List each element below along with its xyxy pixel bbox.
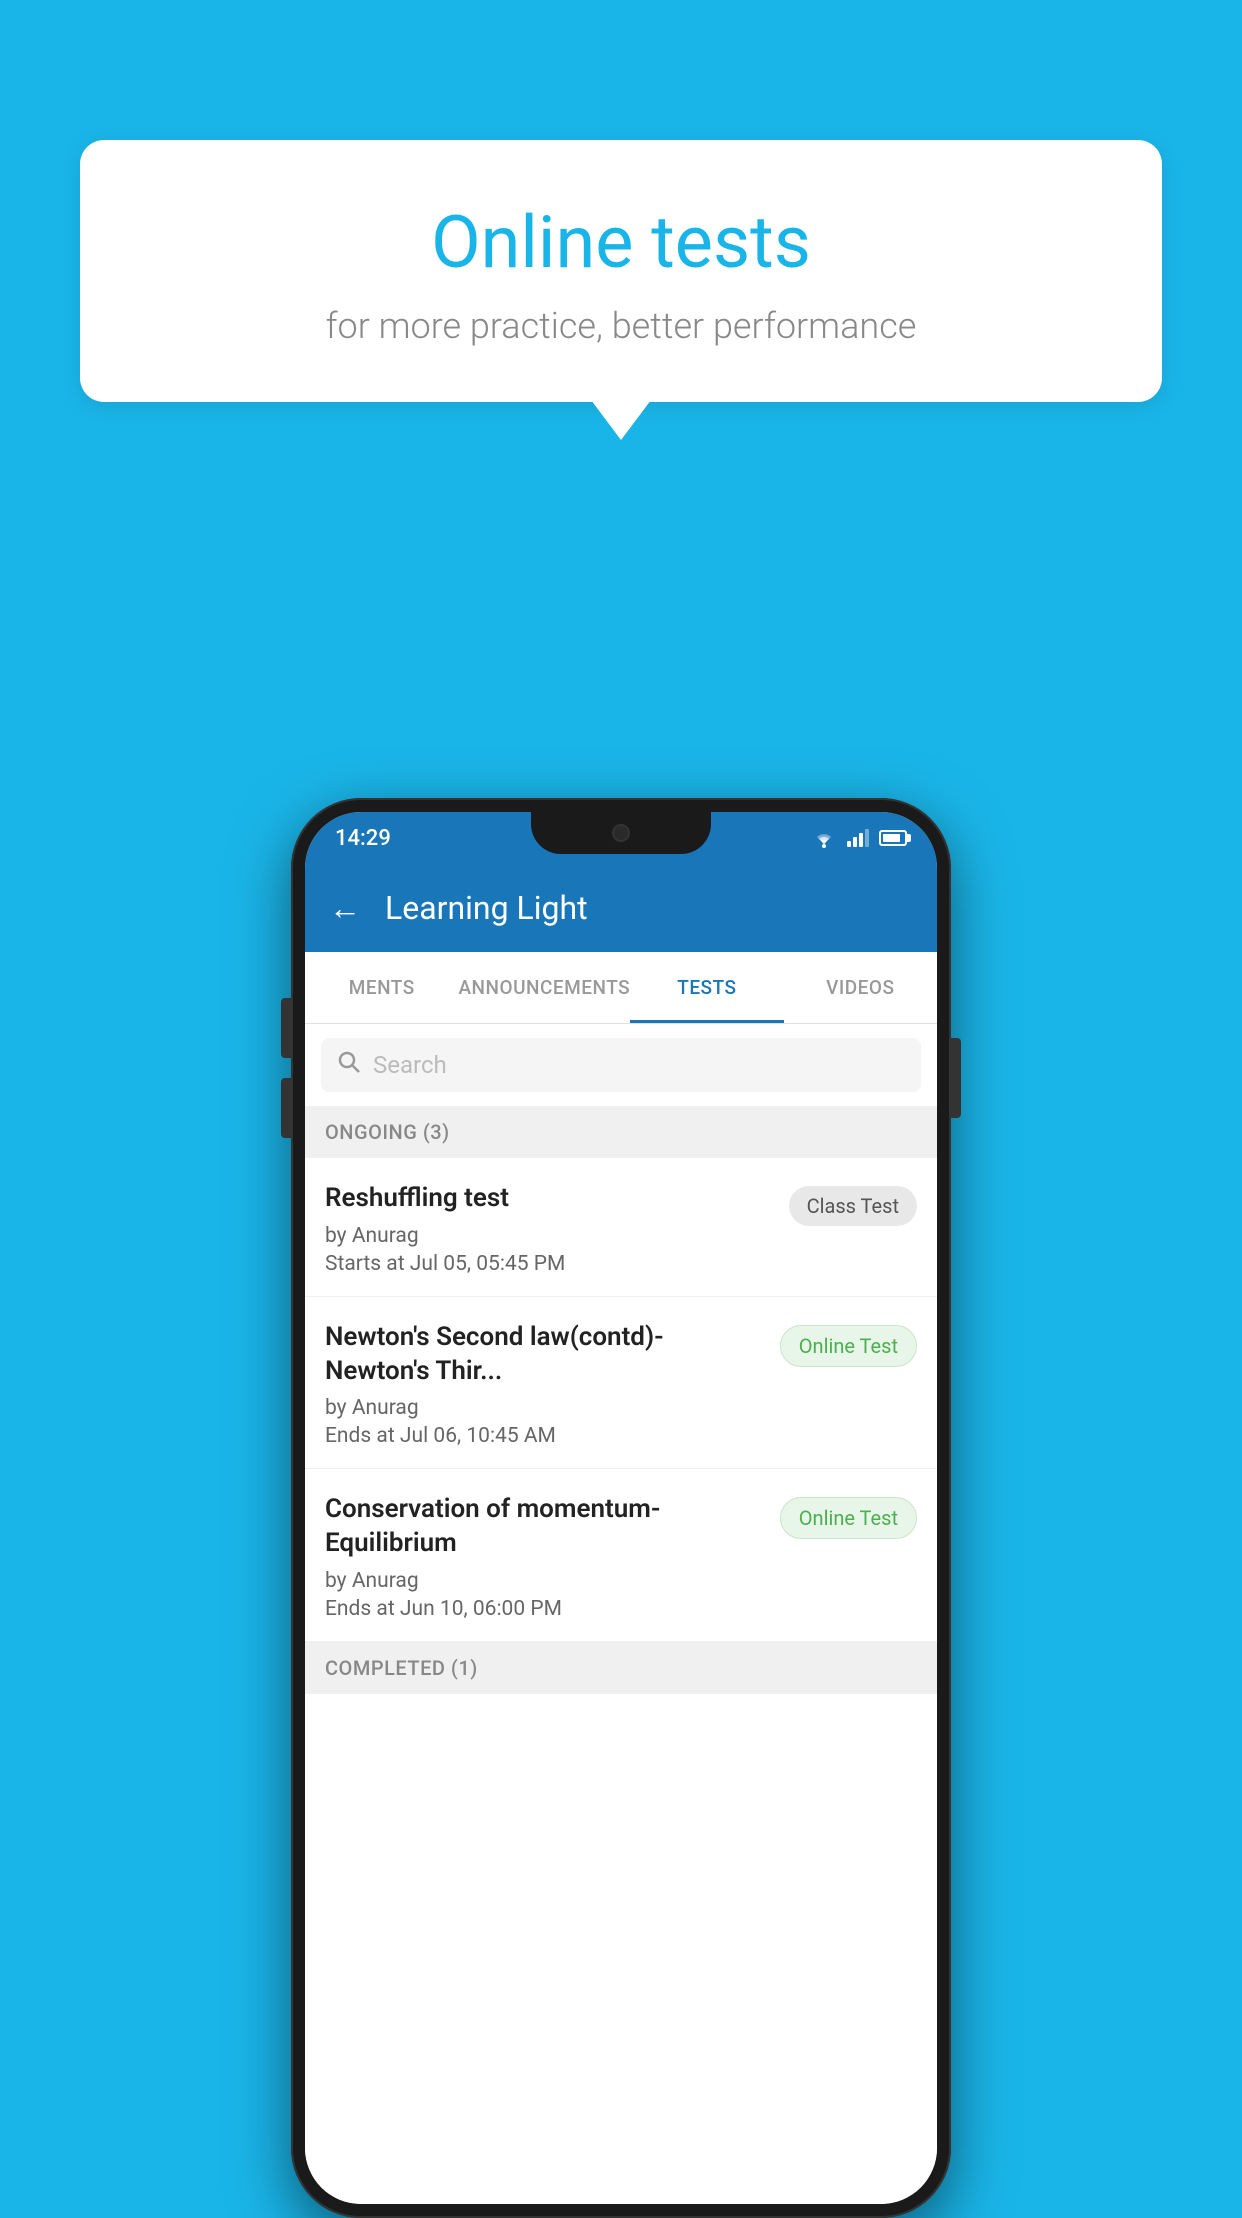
test-item[interactable]: Conservation of momentum-Equilibrium by … — [305, 1469, 937, 1642]
camera-dot — [612, 824, 630, 842]
volume-up-button[interactable] — [281, 998, 291, 1058]
power-button[interactable] — [951, 1038, 961, 1118]
test-badge: Class Test — [789, 1186, 917, 1226]
app-bar: ← Learning Light — [305, 864, 937, 952]
phone-frame: 14:29 — [291, 798, 951, 2218]
wifi-icon — [811, 828, 837, 848]
status-time: 14:29 — [335, 826, 391, 851]
test-content: Conservation of momentum-Equilibrium by … — [325, 1493, 764, 1621]
search-box[interactable]: Search — [321, 1038, 921, 1092]
signal-icon — [847, 829, 869, 847]
speech-bubble: Online tests for more practice, better p… — [80, 140, 1162, 402]
tests-list: Reshuffling test by Anurag Starts at Jul… — [305, 1158, 937, 2204]
phone-wrapper: 14:29 — [291, 798, 951, 2218]
test-name: Conservation of momentum-Equilibrium — [325, 1493, 764, 1561]
test-name: Newton's Second law(contd)-Newton's Thir… — [325, 1321, 764, 1389]
test-date: Ends at Jul 06, 10:45 AM — [325, 1424, 764, 1448]
speech-bubble-title: Online tests — [130, 200, 1112, 285]
search-placeholder: Search — [373, 1051, 447, 1079]
tabs-bar: MENTS ANNOUNCEMENTS TESTS VIDEOS — [305, 952, 937, 1024]
test-item[interactable]: Newton's Second law(contd)-Newton's Thir… — [305, 1297, 937, 1470]
status-icons — [811, 828, 907, 848]
search-icon — [337, 1050, 361, 1080]
test-content: Reshuffling test by Anurag Starts at Jul… — [325, 1182, 773, 1276]
tab-ments[interactable]: MENTS — [305, 952, 458, 1023]
test-name: Reshuffling test — [325, 1182, 773, 1216]
test-badge: Online Test — [780, 1325, 917, 1367]
search-container: Search — [305, 1024, 937, 1106]
test-badge: Online Test — [780, 1497, 917, 1539]
back-button[interactable]: ← — [329, 889, 361, 927]
test-date: Ends at Jun 10, 06:00 PM — [325, 1597, 764, 1621]
test-item[interactable]: Reshuffling test by Anurag Starts at Jul… — [305, 1158, 937, 1297]
tab-tests[interactable]: TESTS — [630, 952, 783, 1023]
volume-down-button[interactable] — [281, 1078, 291, 1138]
test-author: by Anurag — [325, 1396, 764, 1420]
battery-icon — [879, 830, 907, 846]
phone-screen: 14:29 — [305, 812, 937, 2204]
app-title: Learning Light — [385, 889, 588, 927]
speech-bubble-subtitle: for more practice, better performance — [130, 305, 1112, 347]
section-ongoing-header: ONGOING (3) — [305, 1106, 937, 1158]
test-author: by Anurag — [325, 1569, 764, 1593]
test-author: by Anurag — [325, 1224, 773, 1248]
test-date: Starts at Jul 05, 05:45 PM — [325, 1252, 773, 1276]
test-content: Newton's Second law(contd)-Newton's Thir… — [325, 1321, 764, 1449]
battery-fill — [883, 834, 900, 842]
tab-announcements[interactable]: ANNOUNCEMENTS — [458, 952, 630, 1023]
tab-videos[interactable]: VIDEOS — [784, 952, 937, 1023]
phone-notch — [531, 812, 711, 854]
section-completed-header: COMPLETED (1) — [305, 1642, 937, 1694]
